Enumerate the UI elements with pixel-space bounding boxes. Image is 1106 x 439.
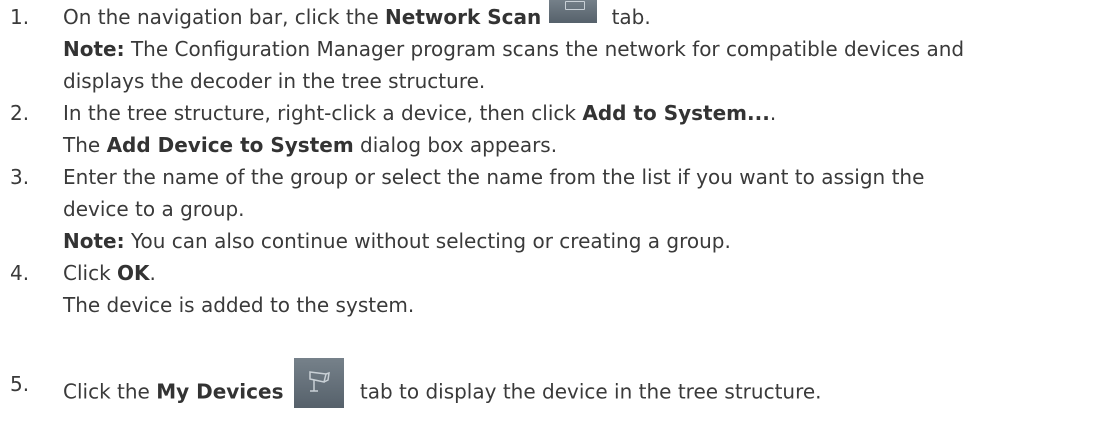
step-body: Click OK. The device is added to the sys… bbox=[63, 257, 1103, 321]
step-instruction-continued: device to a group. bbox=[63, 197, 245, 221]
step-body: Enter the name of the group or select th… bbox=[63, 161, 1103, 257]
network-scan-tab-icon bbox=[549, 0, 598, 23]
step-instruction: Click OK. bbox=[63, 261, 156, 285]
step-number: 3. bbox=[10, 165, 30, 189]
ui-term: Add Device to System bbox=[106, 133, 354, 157]
step-body: Click the My Devices tab to display the … bbox=[63, 358, 1103, 408]
step-note: Note: You can also continue without sele… bbox=[63, 229, 731, 253]
note-label: Note: bbox=[63, 229, 125, 253]
step-instruction: On the navigation bar, click the Network… bbox=[63, 0, 1103, 33]
step-instruction: Enter the name of the group or select th… bbox=[63, 165, 925, 189]
step-instruction: In the tree structure, right-click a dev… bbox=[63, 101, 777, 125]
step-number: 5. bbox=[10, 372, 30, 396]
ui-term: OK bbox=[117, 261, 150, 285]
my-devices-tab-icon bbox=[293, 358, 344, 408]
step-note: Note: The Configuration Manager program … bbox=[63, 37, 965, 61]
step-note-continued: displays the decoder in the tree structu… bbox=[63, 69, 486, 93]
note-label: Note: bbox=[63, 37, 125, 61]
step-number: 2. bbox=[10, 101, 30, 125]
step-result: The Add Device to System dialog box appe… bbox=[63, 133, 558, 157]
step-number: 1. bbox=[10, 5, 30, 29]
step-result: The device is added to the system. bbox=[63, 293, 415, 317]
ui-term: My Devices bbox=[156, 379, 284, 404]
step-number: 4. bbox=[10, 261, 30, 285]
ui-term: Network Scan bbox=[385, 5, 542, 29]
ui-term: Add to System... bbox=[582, 101, 770, 125]
step-body: In the tree structure, right-click a dev… bbox=[63, 97, 1103, 161]
step-body: On the navigation bar, click the Network… bbox=[63, 0, 1103, 97]
step-instruction: Click the My Devices tab to display the … bbox=[63, 358, 1103, 408]
